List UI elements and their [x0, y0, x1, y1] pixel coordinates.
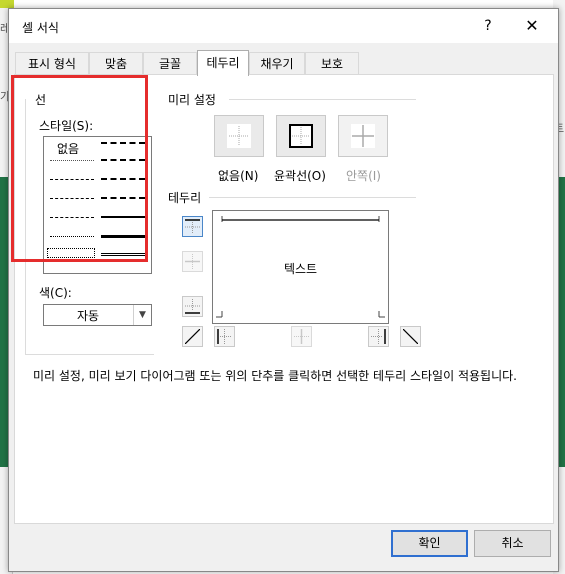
- dialog-title: 셀 서식: [22, 21, 59, 35]
- presets-divider: [229, 99, 416, 100]
- annotation-highlight-box: [11, 75, 148, 262]
- preset-outline-button[interactable]: [276, 115, 326, 157]
- color-dropdown[interactable]: 자동 ▼: [43, 304, 152, 326]
- border-preview[interactable]: 텍스트: [212, 210, 389, 324]
- title-bar: 셀 서식 ? ✕: [9, 9, 558, 43]
- border-section-title: 테두리: [168, 191, 202, 205]
- tab-font[interactable]: 글꼴: [143, 52, 197, 75]
- tab-border[interactable]: 테두리: [197, 50, 249, 76]
- border-divider: [209, 197, 416, 198]
- cancel-button[interactable]: 취소: [474, 530, 551, 557]
- preset-none-icon: [227, 124, 251, 148]
- border-left-button[interactable]: [214, 326, 235, 347]
- border-top-button[interactable]: [182, 216, 203, 237]
- preview-text: 텍스트: [283, 262, 318, 276]
- border-inside-horizontal-button[interactable]: [182, 251, 203, 272]
- help-icon[interactable]: ?: [475, 13, 501, 39]
- hint-text: 미리 설정, 미리 보기 다이어그램 또는 위의 단추를 클릭하면 선택한 테두…: [33, 369, 517, 383]
- preset-none-button[interactable]: [214, 115, 264, 157]
- border-inside-vertical-button[interactable]: [291, 326, 312, 347]
- background-accent: [0, 0, 14, 8]
- presets-section-title: 미리 설정: [168, 93, 216, 107]
- preset-outline-icon: [289, 124, 313, 148]
- tab-protection[interactable]: 보호: [305, 52, 359, 75]
- tab-number-format[interactable]: 표시 형식: [15, 52, 89, 75]
- border-diagonal-down-button[interactable]: [400, 326, 421, 347]
- preset-inside-label: 안쪽(I): [346, 169, 381, 183]
- preset-outline-label: 윤곽선(O): [274, 169, 326, 183]
- close-icon[interactable]: ✕: [519, 13, 545, 39]
- border-diagonal-up-button[interactable]: [182, 326, 203, 347]
- border-right-button[interactable]: [368, 326, 389, 347]
- border-bottom-button[interactable]: [182, 296, 203, 317]
- preset-inside-icon: [351, 124, 375, 148]
- tab-fill[interactable]: 채우기: [249, 52, 305, 75]
- preset-none-label: 없음(N): [218, 169, 259, 183]
- color-value: 자동: [76, 309, 100, 323]
- color-label: 색(C):: [39, 286, 72, 300]
- chevron-down-icon[interactable]: ▼: [133, 305, 151, 325]
- preset-inside-button[interactable]: [338, 115, 388, 157]
- ok-button[interactable]: 확인: [391, 530, 468, 557]
- tab-alignment[interactable]: 맞춤: [89, 52, 143, 75]
